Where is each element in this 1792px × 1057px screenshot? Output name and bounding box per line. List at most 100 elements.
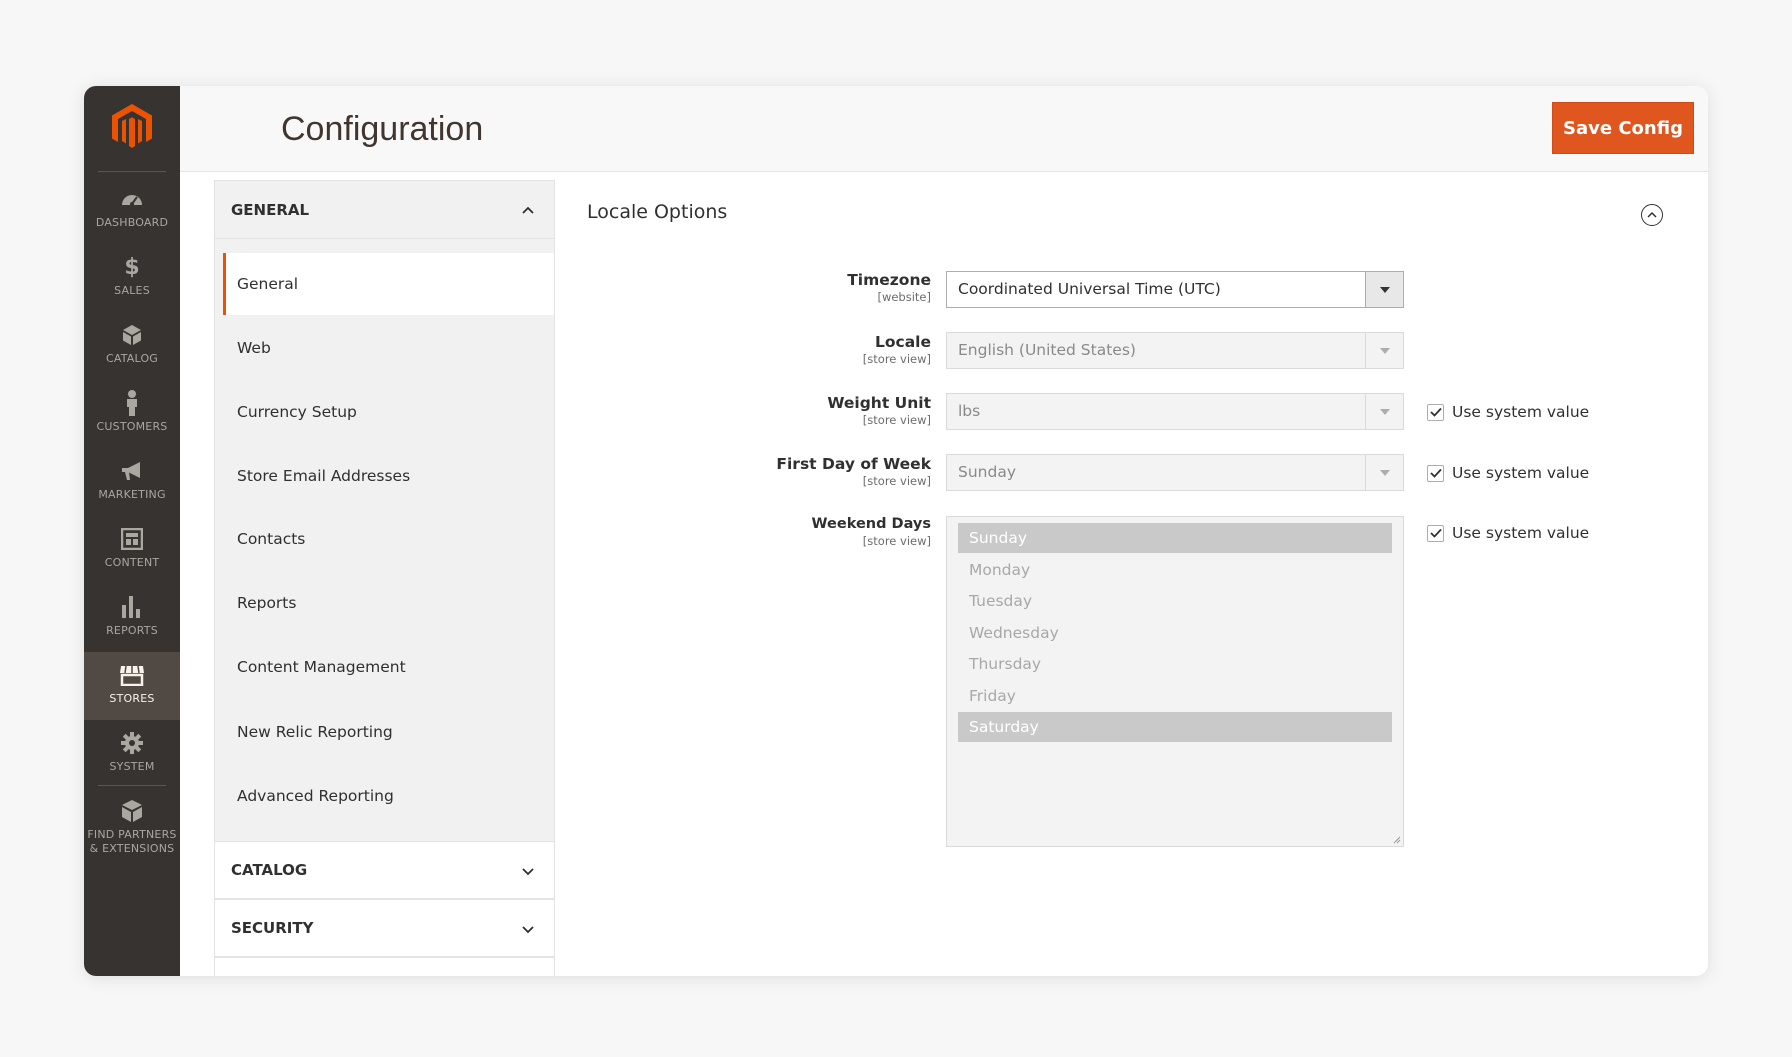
locale-select[interactable]: English (United States) [946, 332, 1404, 369]
first-day-scope: [store view] [862, 474, 931, 488]
weight-unit-select[interactable]: lbs [946, 393, 1404, 430]
timezone-label: Timezone [847, 271, 931, 289]
nav-label: CUSTOMERS [96, 420, 168, 433]
chevron-up-icon [1647, 211, 1657, 218]
checkbox[interactable] [1427, 403, 1444, 421]
cube-icon [119, 322, 145, 348]
option-sunday[interactable]: Sunday [958, 523, 1392, 553]
dollar-icon: $ [124, 254, 140, 280]
weekend-days-scope: [store view] [862, 534, 931, 548]
layout-icon [119, 526, 145, 552]
weekend-days-label: Weekend Days [811, 516, 931, 532]
nav-item-dashboard[interactable]: DASHBOARD [84, 176, 180, 244]
person-icon [119, 390, 145, 416]
save-config-button[interactable]: Save Config [1552, 102, 1694, 154]
page-header: Configuration Save Config [180, 86, 1708, 172]
weight-unit-label: Weight Unit [827, 394, 931, 412]
dropdown-arrow-icon[interactable] [1365, 455, 1403, 490]
tab-group-next[interactable] [215, 957, 554, 976]
nav-divider [98, 171, 166, 172]
nav-item-content[interactable]: CONTENT [84, 516, 180, 584]
checkbox[interactable] [1427, 464, 1444, 482]
select-value: English (United States) [958, 341, 1136, 359]
nav-item-system[interactable]: SYSTEM [84, 720, 180, 788]
tab-group-label: SECURITY [231, 919, 314, 937]
dashboard-icon [119, 186, 145, 212]
weekend-days-multiselect[interactable]: Sunday Monday Tuesday Wednesday Thursday… [946, 516, 1404, 847]
nav-label-line: & EXTENSIONS [89, 842, 175, 855]
nav-item-catalog[interactable]: CATALOG [84, 312, 180, 380]
tab-currency-setup[interactable]: Currency Setup [223, 381, 554, 443]
magento-logo-icon[interactable] [109, 102, 155, 152]
nav-item-stores[interactable]: STORES [84, 652, 180, 720]
tab-reports[interactable]: Reports [223, 572, 554, 634]
weight-unit-use-system-value[interactable]: Use system value [1427, 402, 1589, 422]
nav-item-sales[interactable]: $ SALES [84, 244, 180, 312]
tab-group-general[interactable]: GENERAL [215, 181, 554, 239]
dropdown-arrow-icon[interactable] [1365, 272, 1403, 307]
timezone-scope: [website] [877, 290, 931, 304]
nav-item-customers[interactable]: CUSTOMERS [84, 380, 180, 448]
option-saturday[interactable]: Saturday [958, 712, 1392, 742]
nav-label-line: FIND PARTNERS [87, 828, 177, 841]
first-day-label: First Day of Week [776, 455, 931, 473]
nav-label: REPORTS [106, 624, 158, 637]
timezone-select[interactable]: Coordinated Universal Time (UTC) [946, 271, 1404, 308]
tab-new-relic-reporting[interactable]: New Relic Reporting [223, 701, 554, 763]
checkbox-label: Use system value [1452, 464, 1590, 482]
section-title: Locale Options [587, 201, 728, 223]
select-value: lbs [958, 402, 981, 420]
tab-store-email-addresses[interactable]: Store Email Addresses [223, 445, 554, 507]
checkmark-icon [1429, 407, 1442, 417]
tab-web[interactable]: Web [223, 317, 554, 379]
checkbox-label: Use system value [1452, 403, 1590, 421]
chevron-down-icon [522, 868, 534, 876]
megaphone-icon [119, 458, 145, 484]
nav-label: DASHBOARD [95, 216, 169, 229]
nav-item-marketing[interactable]: MARKETING [84, 448, 180, 516]
option-wednesday[interactable]: Wednesday [958, 618, 1392, 648]
nav-label: MARKETING [98, 488, 166, 501]
resize-handle-icon[interactable] [1391, 834, 1401, 844]
checkbox[interactable] [1427, 524, 1444, 542]
checkbox-label: Use system value [1452, 524, 1590, 542]
dropdown-arrow-icon[interactable] [1365, 333, 1403, 368]
weekend-days-use-system-value[interactable]: Use system value [1427, 523, 1589, 543]
select-value: Coordinated Universal Time (UTC) [958, 280, 1221, 298]
select-value: Sunday [958, 463, 1016, 481]
option-tuesday[interactable]: Tuesday [958, 586, 1392, 616]
dropdown-arrow-icon[interactable] [1365, 394, 1403, 429]
bar-chart-icon [119, 594, 145, 620]
storefront-icon [119, 662, 145, 688]
tab-content-management[interactable]: Content Management [223, 636, 554, 698]
nav-label: FIND PARTNERS & EXTENSIONS [87, 828, 176, 856]
first-day-use-system-value[interactable]: Use system value [1427, 463, 1589, 483]
nav-item-find-partners[interactable]: FIND PARTNERS & EXTENSIONS [84, 788, 180, 868]
tab-group-catalog[interactable]: CATALOG [215, 841, 554, 899]
tab-group-label: CATALOG [231, 861, 308, 879]
tab-contacts[interactable]: Contacts [223, 508, 554, 570]
weight-unit-scope: [store view] [862, 413, 931, 427]
chevron-down-icon [522, 926, 534, 934]
checkmark-icon [1429, 468, 1442, 478]
option-monday[interactable]: Monday [958, 555, 1392, 585]
option-thursday[interactable]: Thursday [958, 649, 1392, 679]
tab-general[interactable]: General [223, 253, 554, 315]
tab-group-label: GENERAL [231, 200, 310, 219]
checkmark-icon [1429, 528, 1442, 538]
option-friday[interactable]: Friday [958, 681, 1392, 711]
locale-scope: [store view] [862, 352, 931, 366]
nav-item-reports[interactable]: REPORTS [84, 584, 180, 652]
nav-label: SALES [114, 284, 150, 297]
first-day-select[interactable]: Sunday [946, 454, 1404, 491]
gear-icon [119, 730, 145, 756]
collapse-section-button[interactable] [1641, 204, 1663, 226]
tab-advanced-reporting[interactable]: Advanced Reporting [223, 765, 554, 827]
admin-sidebar: DASHBOARD $ SALES CATALOG CUSTOMERS MARK… [84, 86, 180, 976]
locale-label: Locale [875, 333, 931, 351]
config-tabs: GENERAL General Web Currency Setup Store… [214, 180, 555, 976]
tab-group-security[interactable]: SECURITY [215, 899, 554, 957]
page-title: Configuration [281, 110, 484, 148]
nav-label: CATALOG [105, 352, 159, 365]
nav-label: CONTENT [104, 556, 160, 569]
